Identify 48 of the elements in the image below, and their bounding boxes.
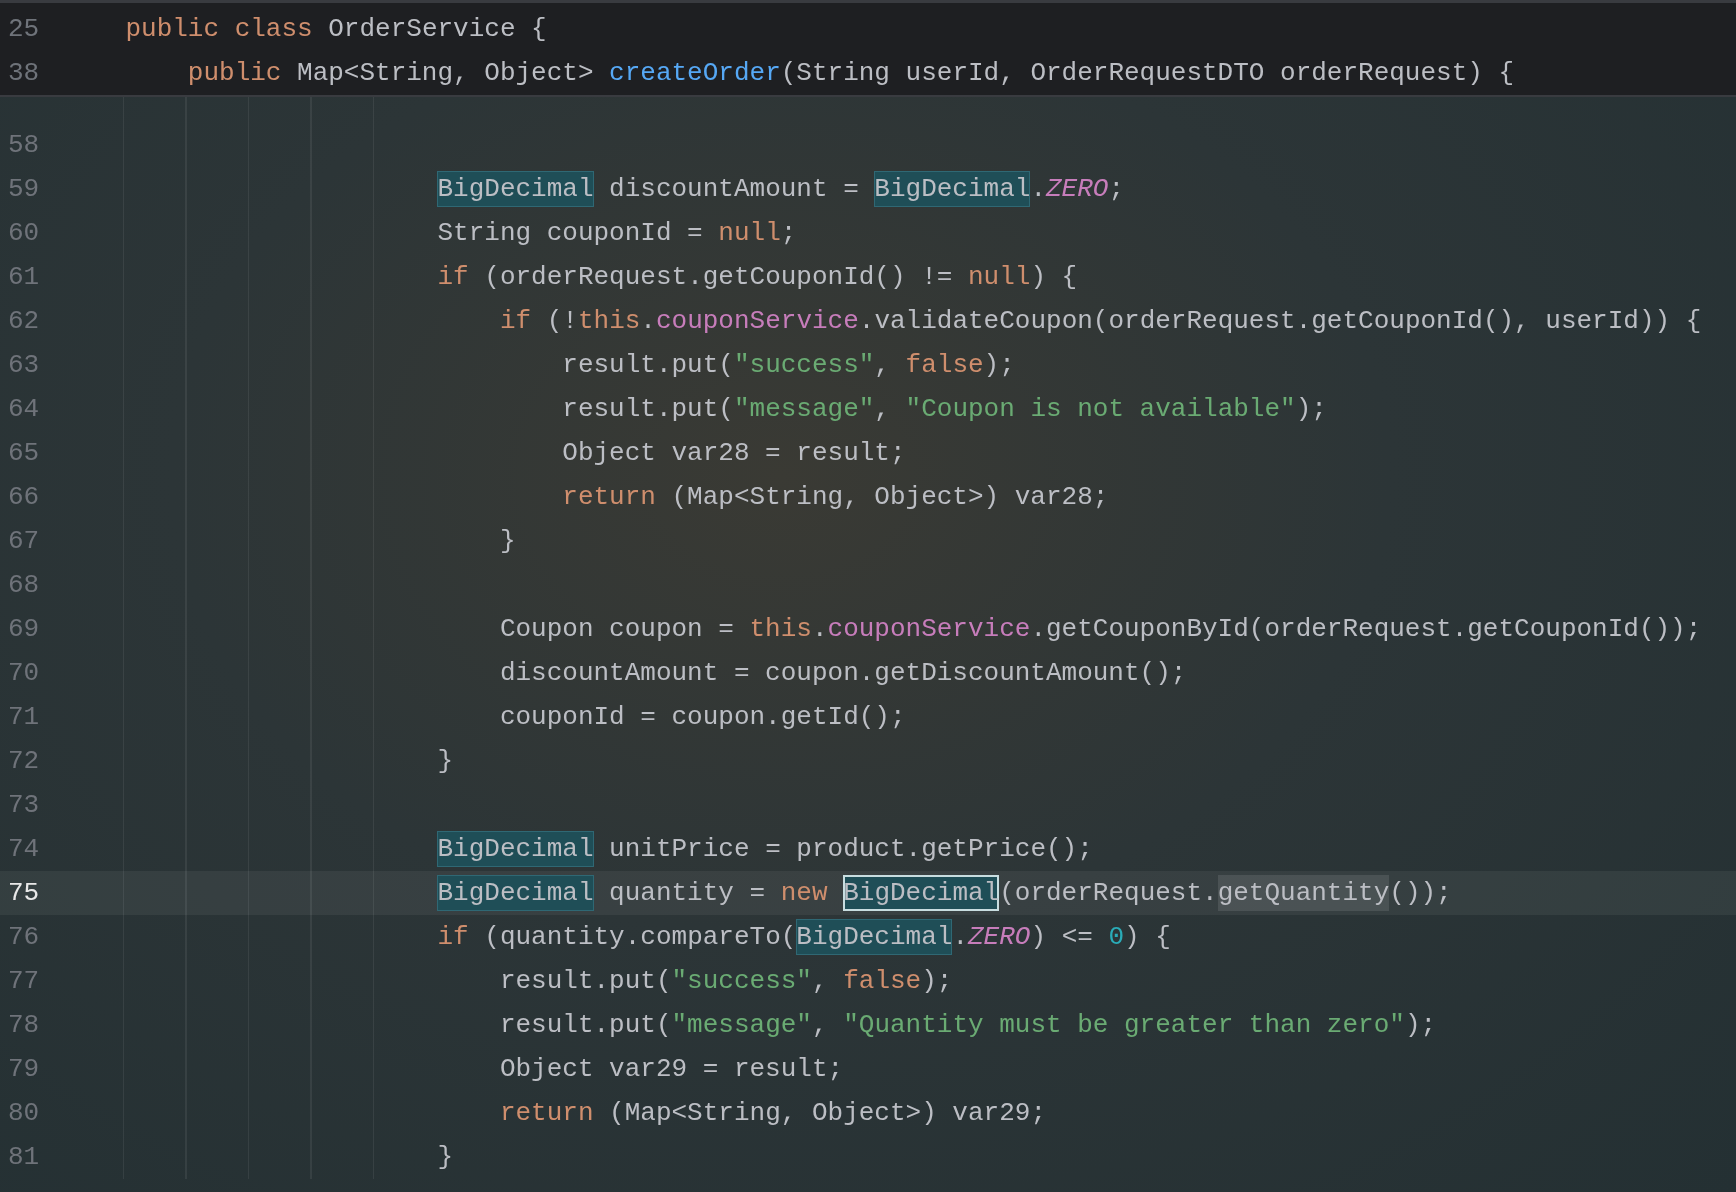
- line-number: 65: [7, 438, 41, 468]
- line-number: 78: [7, 1010, 41, 1040]
- line-number: 66: [7, 482, 41, 512]
- code-line[interactable]: result.put("message", "Coupon is not available");: [63, 392, 1327, 426]
- code-line[interactable]: couponId = coupon.getId();: [63, 700, 906, 734]
- code-line[interactable]: }: [63, 744, 454, 778]
- line-number: 76: [7, 922, 41, 952]
- line-number: 25: [7, 14, 41, 44]
- line-number: 80: [7, 1098, 41, 1128]
- line-number: 59: [7, 174, 41, 204]
- code-line[interactable]: discountAmount = coupon.getDiscountAmount();: [63, 656, 1187, 690]
- line-number: 61: [7, 262, 41, 292]
- line-number: 71: [7, 702, 41, 732]
- line-number: 63: [7, 350, 41, 380]
- code-line[interactable]: result.put("message", "Quantity must be greater than zero");: [63, 1008, 1437, 1042]
- code-line[interactable]: Coupon coupon = this.couponService.getCouponById(orderRequest.getCouponId());: [63, 612, 1702, 646]
- line-number: 62: [7, 306, 41, 336]
- code-line[interactable]: BigDecimal discountAmount = BigDecimal.ZERO;: [63, 172, 1125, 206]
- line-number: 73: [7, 790, 41, 820]
- code-line[interactable]: public class OrderService {: [63, 12, 547, 46]
- code-line[interactable]: return (Map<String, Object>) var29;: [63, 1096, 1046, 1130]
- code-line[interactable]: Object var28 = result;: [63, 436, 906, 470]
- line-number: 68: [7, 570, 41, 600]
- line-number: 70: [7, 658, 41, 688]
- line-number: 38: [7, 58, 41, 88]
- code-line[interactable]: if (!this.couponService.validateCoupon(orderRequest.getCouponId(), userId)) {: [63, 304, 1702, 338]
- line-number: 81: [7, 1142, 41, 1172]
- code-line[interactable]: String couponId = null;: [63, 216, 797, 250]
- line-number: 60: [7, 218, 41, 248]
- code-line[interactable]: if (orderRequest.getCouponId() != null) {: [63, 260, 1078, 294]
- code-line[interactable]: result.put("success", false);: [63, 348, 1015, 382]
- line-number: 77: [7, 966, 41, 996]
- line-number: 69: [7, 614, 41, 644]
- line-number: 79: [7, 1054, 41, 1084]
- code-line[interactable]: Object var29 = result;: [63, 1052, 844, 1086]
- line-number: 58: [7, 130, 41, 160]
- code-line[interactable]: if (quantity.compareTo(BigDecimal.ZERO) <= 0) {: [63, 920, 1171, 954]
- line-number: 64: [7, 394, 41, 424]
- line-number: 67: [7, 526, 41, 556]
- code-line[interactable]: BigDecimal unitPrice = product.getPrice();: [63, 832, 1093, 866]
- code-line[interactable]: }: [63, 1140, 454, 1174]
- code-line[interactable]: public Map<String, Object> createOrder(String userId, OrderRequestDTO orderRequest) {: [63, 56, 1515, 90]
- line-number: 75: [7, 878, 41, 908]
- line-number: 74: [7, 834, 41, 864]
- code-line[interactable]: return (Map<String, Object>) var28;: [63, 480, 1109, 514]
- line-number: 72: [7, 746, 41, 776]
- code-line[interactable]: }: [63, 524, 516, 558]
- code-line[interactable]: result.put("success", false);: [63, 964, 953, 998]
